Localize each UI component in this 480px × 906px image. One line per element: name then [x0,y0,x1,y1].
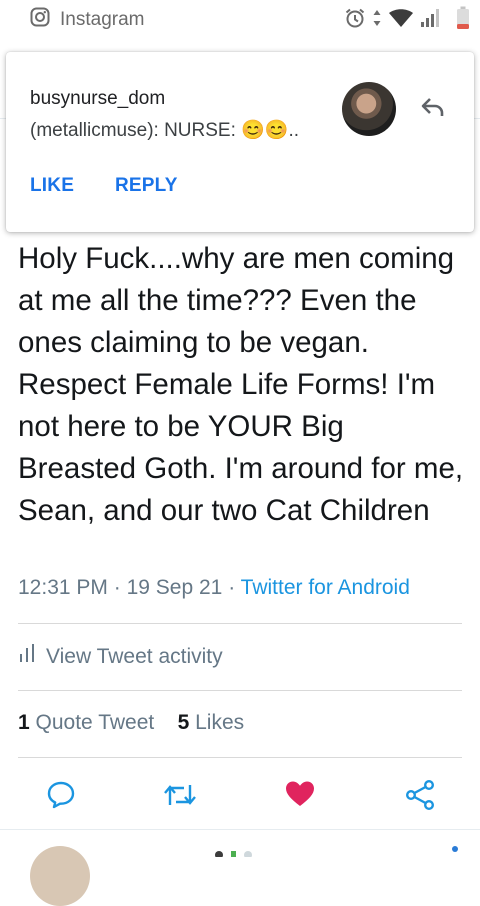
quote-tweets-link[interactable]: 1 Quote Tweet [18,711,154,734]
retweet-icon[interactable] [163,780,197,815]
divider [18,757,462,758]
divider [18,623,462,624]
share-icon[interactable] [404,780,436,815]
notification-message: (metallicmuse): NURSE: 😊😊.. [30,120,300,141]
view-tweet-activity-button[interactable]: View Tweet activity [18,644,223,670]
notification-sender: busynurse_dom [30,88,166,109]
reply-arrow-icon[interactable] [420,96,446,123]
reply-icon[interactable] [46,780,76,815]
likes-link[interactable]: 5 Likes [178,711,245,734]
signal-icon [420,7,442,29]
tweet-source-link[interactable]: Twitter for Android [241,576,410,599]
activity-label: View Tweet activity [46,645,223,668]
likes-label: Likes [195,711,245,734]
quote-count: 1 [18,711,30,734]
divider [0,829,480,830]
tweet-meta: 12:31 PM · 19 Sep 21 · Twitter for Andro… [18,576,410,600]
alarm-icon [344,7,366,29]
data-arrows-icon [372,8,382,28]
tweet-time: 12:31 PM [18,576,108,599]
divider [18,690,462,691]
tweet-date: 19 Sep 21 [126,576,223,599]
tweet-text: Holy Fuck....why are men coming at me al… [18,242,464,527]
notification-avatar [342,82,396,136]
more-dot-icon [452,846,458,852]
like-count: 5 [177,711,190,734]
status-bar-icons [344,6,470,30]
instagram-icon [30,7,50,33]
like-heart-icon[interactable] [285,780,315,813]
status-bar-app: Instagram [30,7,144,33]
tweet-stats: 1 Quote Tweet 5 Likes [18,711,244,735]
wifi-icon [388,7,414,29]
status-bar: Instagram [0,0,480,38]
status-bar-app-name: Instagram [60,9,145,30]
next-tweet-emoji [214,844,254,859]
activity-bars-icon [18,644,36,670]
quote-label: Quote Tweet [35,711,155,734]
heads-up-notification[interactable]: busynurse_dom (metallicmuse): NURSE: 😊😊.… [6,52,474,232]
meta-separator: · [228,576,236,599]
meta-separator: · [113,576,121,599]
notification-like-button[interactable]: LIKE [30,175,74,197]
notification-reply-button[interactable]: REPLY [115,175,178,197]
next-tweet-avatar[interactable] [30,846,90,906]
battery-low-icon [456,6,470,30]
